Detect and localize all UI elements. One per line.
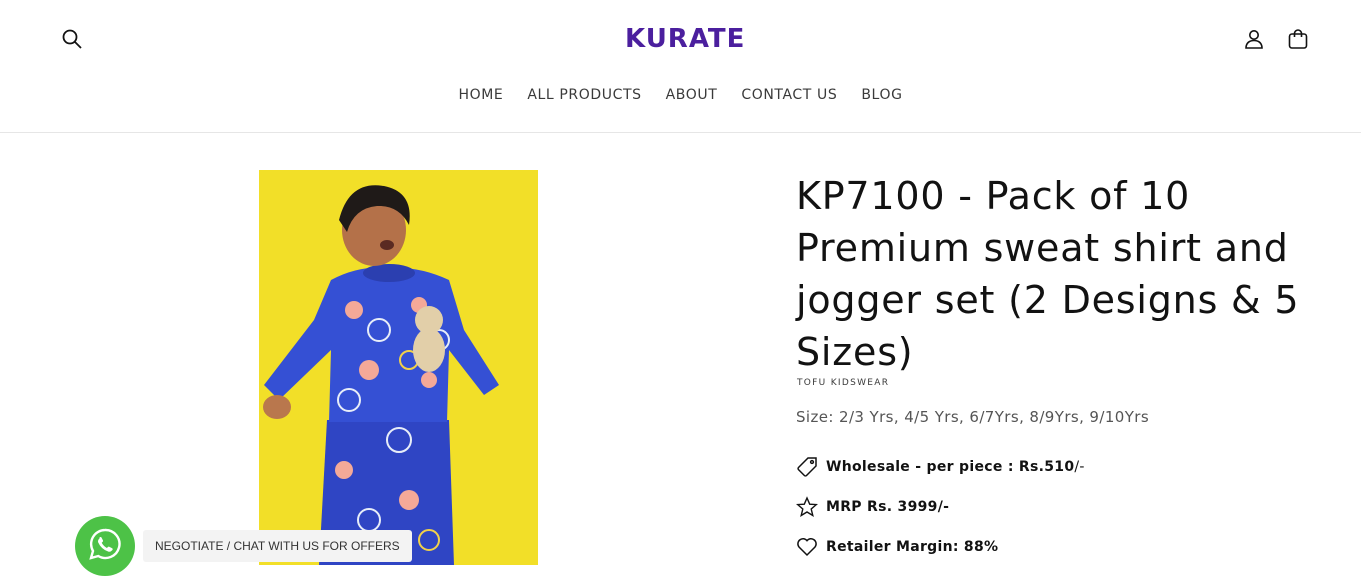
margin-text: Retailer Margin: 88% xyxy=(826,539,999,555)
wholesale-suffix: /- xyxy=(1074,459,1085,475)
wholesale-price-row: Wholesale - per piece : Rs.510/- xyxy=(796,456,1085,478)
product-photo-illustration xyxy=(259,170,538,565)
product-image[interactable] xyxy=(259,170,538,565)
price-tag-icon xyxy=(796,456,818,478)
heart-icon xyxy=(796,536,818,558)
nav-item-blog[interactable]: BLOG xyxy=(861,84,902,106)
whatsapp-icon xyxy=(88,527,122,565)
site-logo[interactable]: KURATE xyxy=(625,23,745,55)
star-icon xyxy=(796,496,818,518)
nav-item-contact-us[interactable]: CONTACT US xyxy=(741,84,837,106)
chat-offer-label[interactable]: NEGOTIATE / CHAT WITH US FOR OFFERS xyxy=(143,530,412,562)
product-title: KP7100 - Pack of 10 Premium sweat shirt … xyxy=(796,174,1300,374)
product-vendor: TOFU KIDSWEAR xyxy=(797,378,890,388)
wholesale-price: Rs.510 xyxy=(1018,459,1075,475)
margin-row: Retailer Margin: 88% xyxy=(796,536,998,558)
wholesale-label: Wholesale - per piece : xyxy=(826,459,1019,475)
product-size-info: Size: 2/3 Yrs, 4/5 Yrs, 6/7Yrs, 8/9Yrs, … xyxy=(796,408,1150,426)
site-header: KURATE HOME ALL PRODUCTS ABOUT CONTACT U… xyxy=(0,0,1361,133)
account-icon[interactable] xyxy=(1240,25,1268,53)
mrp-text: MRP Rs. 3999/- xyxy=(826,499,950,515)
main-navigation: HOME ALL PRODUCTS ABOUT CONTACT US BLOG xyxy=(0,84,1361,106)
whatsapp-chat-button[interactable] xyxy=(75,516,135,576)
nav-item-home[interactable]: HOME xyxy=(458,84,503,106)
mrp-row: MRP Rs. 3999/- xyxy=(796,496,949,518)
cart-icon[interactable] xyxy=(1284,25,1312,53)
nav-item-about[interactable]: ABOUT xyxy=(666,84,718,106)
nav-item-all-products[interactable]: ALL PRODUCTS xyxy=(527,84,641,106)
search-icon[interactable] xyxy=(58,25,86,53)
